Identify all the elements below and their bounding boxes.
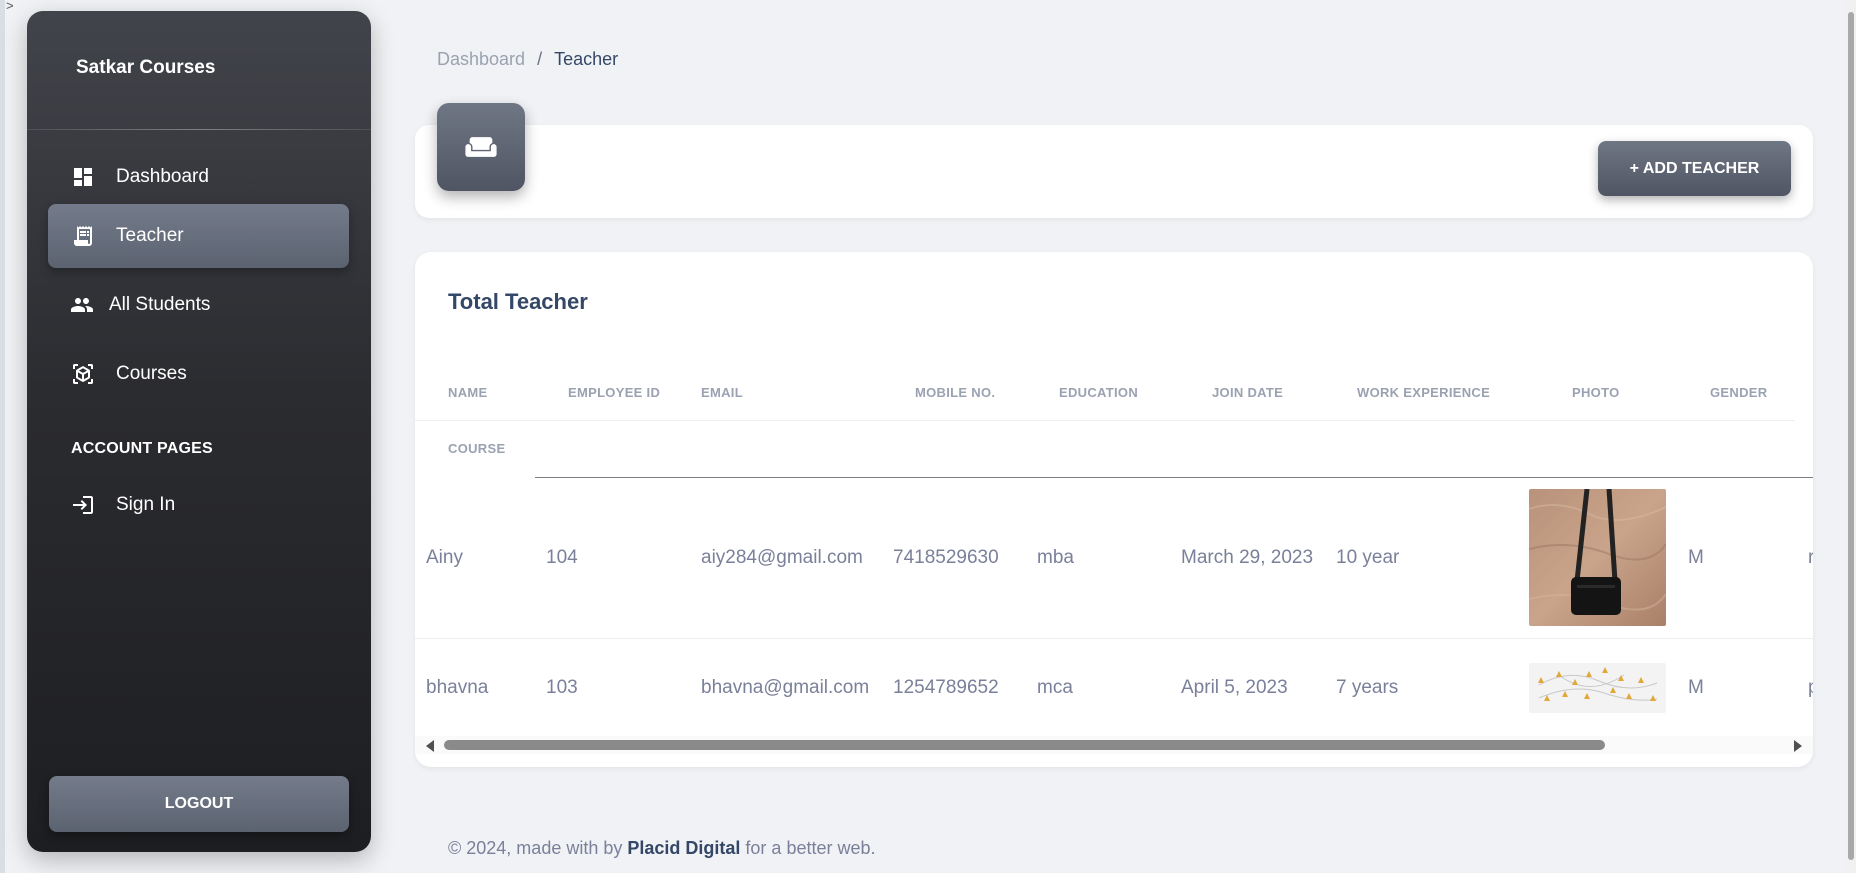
- sidebar-item-label: Courses: [116, 363, 187, 384]
- cell-gender: M: [1688, 547, 1704, 568]
- weekend-icon: [465, 137, 497, 157]
- text-caret: >: [6, 0, 14, 13]
- account-pages-heading: ACCOUNT PAGES: [71, 440, 213, 457]
- header-divider: [415, 420, 1795, 421]
- teacher-photo[interactable]: [1529, 489, 1666, 626]
- sidebar-item-all-students[interactable]: All Students: [48, 273, 349, 337]
- sidebar: Satkar Courses Dashboard Teacher All Stu…: [27, 11, 371, 852]
- cell-education: mba: [1037, 547, 1074, 568]
- sidebar-item-sign-in[interactable]: Sign In: [48, 473, 349, 537]
- sidebar-item-label: All Students: [109, 294, 211, 315]
- cell-join-date: March 29, 2023: [1181, 547, 1314, 568]
- header-bottom-border: [535, 477, 1813, 478]
- footer: © 2024, made with by Placid Digital for …: [448, 838, 876, 859]
- logout-button[interactable]: LOGOUT: [49, 776, 349, 832]
- cell-employee-id: 103: [546, 677, 578, 698]
- breadcrumb: Dashboard / Teacher: [437, 49, 618, 70]
- brand-title[interactable]: Satkar Courses: [76, 57, 215, 79]
- column-header-work-experience[interactable]: WORK EXPERIENCE: [1357, 385, 1490, 400]
- sidebar-item-label: Sign In: [116, 494, 176, 515]
- page-scrollbar-thumb[interactable]: [1848, 12, 1854, 860]
- receipt-icon: [70, 223, 96, 249]
- cell-name: Ainy: [426, 547, 463, 568]
- cell-employee-id: 104: [546, 547, 578, 568]
- teacher-table-card: Total Teacher NAME EMPLOYEE ID EMAIL MOB…: [415, 252, 1813, 767]
- column-header-course[interactable]: COURSE: [448, 441, 505, 456]
- dashboard-icon: [70, 164, 96, 190]
- breadcrumb-current: Teacher: [554, 49, 619, 69]
- column-header-employee-id[interactable]: EMPLOYEE ID: [568, 385, 660, 400]
- sidebar-item-label: Teacher: [116, 225, 184, 246]
- sidebar-item-dashboard[interactable]: Dashboard: [48, 145, 349, 209]
- bag-on-fur-photo-image: [1529, 489, 1666, 626]
- scroll-left-arrow-icon[interactable]: [426, 740, 434, 752]
- column-header-join-date[interactable]: JOIN DATE: [1212, 385, 1283, 400]
- sidebar-item-teacher[interactable]: Teacher: [48, 204, 349, 268]
- page-vertical-scrollbar[interactable]: [1846, 0, 1856, 873]
- column-header-gender[interactable]: GENDER: [1710, 385, 1767, 400]
- breadcrumb-separator: /: [537, 49, 543, 69]
- network-diagram-photo-image: [1529, 663, 1666, 713]
- breadcrumb-dashboard-link[interactable]: Dashboard: [437, 49, 525, 70]
- cell-name: bhavna: [426, 677, 489, 698]
- cell-email: aiy284@gmail.com: [701, 547, 863, 568]
- row-divider: [415, 638, 1813, 639]
- teacher-photo[interactable]: [1529, 663, 1666, 713]
- login-icon: [70, 492, 96, 518]
- sidebar-item-courses[interactable]: Courses: [48, 342, 349, 406]
- people-icon: [69, 292, 95, 318]
- column-header-education[interactable]: EDUCATION: [1059, 385, 1138, 400]
- cell-education: mca: [1037, 677, 1073, 698]
- cell-course: p: [1808, 677, 1813, 699]
- column-header-mobile[interactable]: MOBILE NO.: [915, 385, 995, 400]
- footer-prefix: © 2024, made with by: [448, 838, 623, 858]
- add-teacher-button[interactable]: + ADD TEACHER: [1598, 141, 1791, 196]
- scrollbar-thumb[interactable]: [444, 740, 1605, 750]
- cell-experience: 7 years: [1336, 677, 1399, 698]
- column-header-name[interactable]: NAME: [448, 385, 487, 400]
- column-header-photo[interactable]: PHOTO: [1572, 385, 1620, 400]
- view-in-ar-icon: [70, 361, 96, 387]
- table-title: Total Teacher: [448, 289, 588, 314]
- window-edge: [0, 0, 5, 873]
- sidebar-item-label: Dashboard: [116, 166, 209, 187]
- footer-suffix: for a better web.: [745, 838, 876, 858]
- footer-brand-link[interactable]: Placid Digital: [627, 838, 740, 858]
- column-header-email[interactable]: EMAIL: [701, 385, 743, 400]
- cell-gender: M: [1688, 677, 1704, 698]
- cell-join-date: April 5, 2023: [1181, 677, 1288, 698]
- header-icon-box: [437, 103, 525, 191]
- cell-course: r: [1808, 547, 1813, 568]
- scroll-right-arrow-icon[interactable]: [1794, 740, 1802, 752]
- cell-email: bhavna@gmail.com: [701, 677, 870, 698]
- cell-mobile: 7418529630: [893, 547, 999, 568]
- table-horizontal-scrollbar[interactable]: [415, 736, 1813, 754]
- cell-experience: 10 year: [1336, 547, 1400, 568]
- sidebar-divider: [27, 129, 371, 130]
- cell-mobile: 1254789652: [893, 677, 999, 698]
